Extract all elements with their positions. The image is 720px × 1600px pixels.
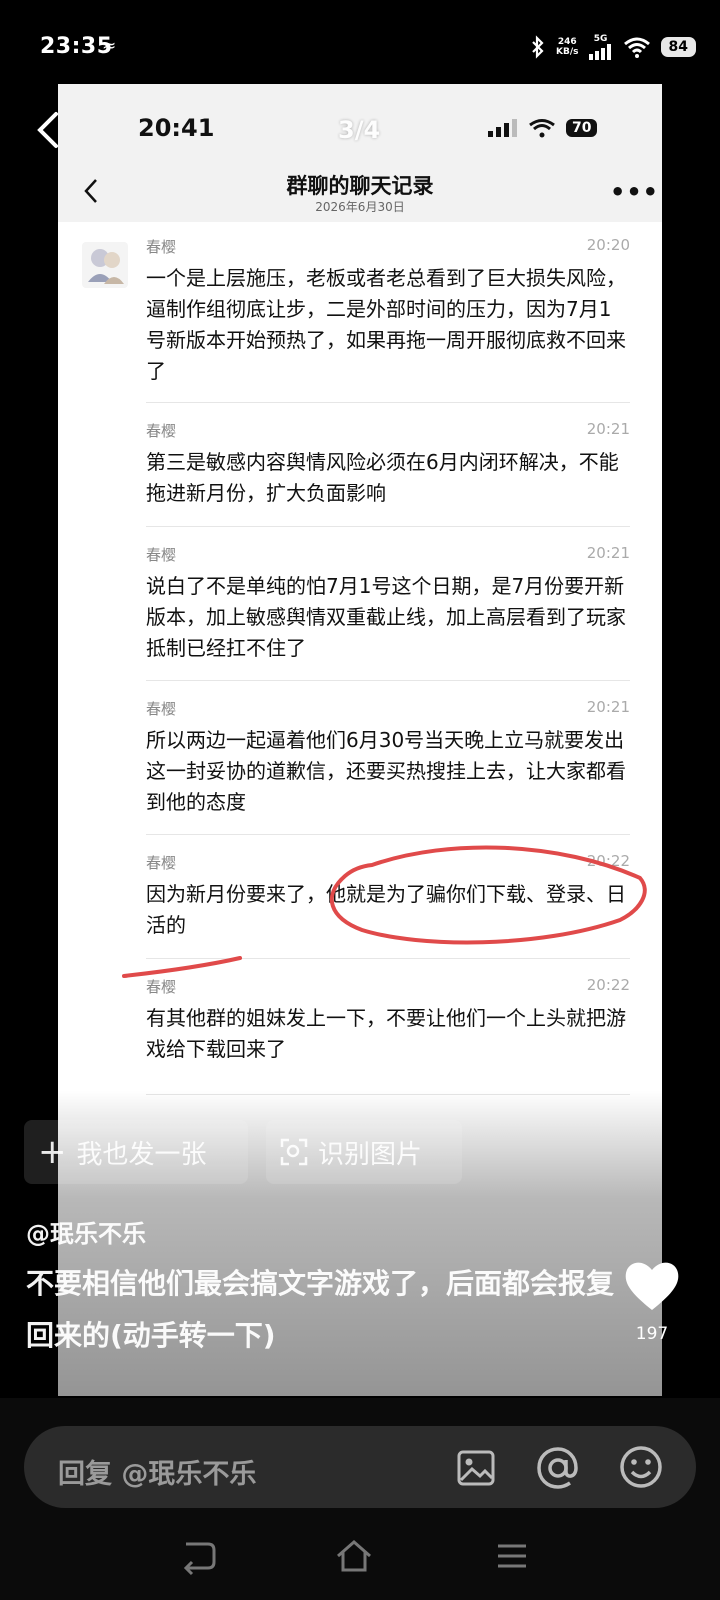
image-icon[interactable] (456, 1448, 496, 1488)
like-count: 197 (635, 1324, 669, 1344)
nav-menu-icon[interactable] (492, 1536, 532, 1576)
post-also-button[interactable]: + 我也发一张 (24, 1120, 248, 1184)
recognize-image-button[interactable]: 识别图片 (266, 1120, 462, 1184)
reply-placeholder: 回复 @珉乐不乐 (58, 1459, 257, 1490)
plus-icon: + (38, 1132, 67, 1172)
nav-back-icon[interactable] (178, 1536, 218, 1576)
post-caption: 不要相信他们最会搞文字游戏了，后面都会报复回来的(动手转一下) (26, 1267, 615, 1352)
heart-icon[interactable] (622, 1256, 682, 1316)
post-also-label: 我也发一张 (76, 1139, 207, 1170)
scan-icon (280, 1138, 308, 1166)
red-annotation (122, 845, 647, 978)
nav-home-icon[interactable] (334, 1536, 374, 1576)
recognize-image-label: 识别图片 (318, 1139, 423, 1170)
message-text: 有其他群的姐妹发上一下，不要让他们一个上头就把游戏给下载回来了 (146, 1006, 626, 1061)
emoji-icon[interactable] (618, 1444, 664, 1490)
at-icon[interactable] (536, 1446, 580, 1490)
post-author[interactable]: @珉乐不乐 (26, 1214, 146, 1249)
